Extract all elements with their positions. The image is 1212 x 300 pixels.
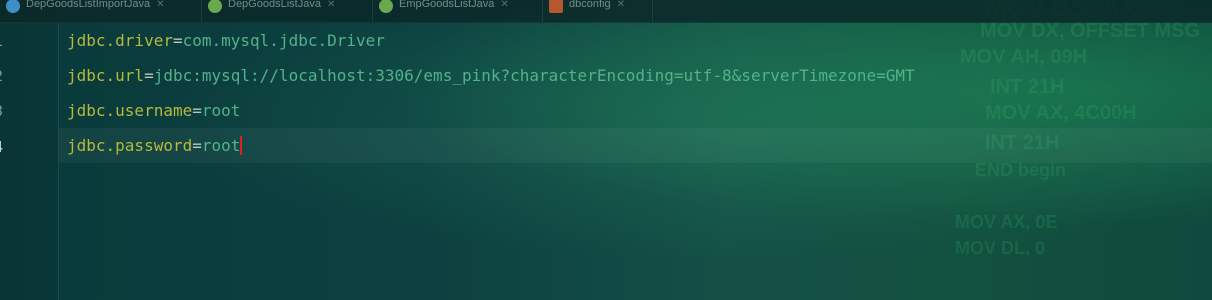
equals-sign: = [144, 66, 154, 85]
tab-label: dbconfig [569, 0, 611, 10]
line-number-gutter: 1 2 3 4 [0, 23, 59, 300]
tab-dep-goods-list[interactable]: DepGoodsListJava ✕ [202, 0, 373, 22]
property-key: jdbc.username [67, 101, 193, 120]
tab-emp-goods-list[interactable]: EmpGoodsListJava ✕ [373, 0, 543, 22]
equals-sign: = [172, 31, 183, 50]
tab-label: EmpGoodsListJava [399, 0, 495, 10]
property-value: jdbc:mysql://localhost:3306/ems_pink?cha… [153, 66, 915, 85]
properties-file-icon [549, 0, 563, 13]
property-key: jdbc.url [67, 66, 145, 85]
property-key: jdbc.driver [67, 31, 173, 50]
code-line[interactable]: jdbc.password=root [67, 136, 243, 156]
code-line[interactable]: jdbc.url=jdbc:mysql://localhost:3306/ems… [67, 66, 915, 86]
code-editor[interactable]: jdbc.driver=com.mysql.jdbc.Driver jdbc.u… [59, 23, 1212, 300]
property-value: com.mysql.jdbc.Driver [182, 31, 385, 50]
equals-sign: = [192, 136, 202, 155]
java-class-icon [379, 0, 393, 13]
tab-label: DepGoodsListImportJava [26, 0, 151, 10]
java-class-icon [208, 0, 222, 13]
close-icon[interactable]: ✕ [327, 0, 335, 10]
property-value: root [201, 101, 241, 120]
tab-dep-goods-list-import[interactable]: DepGoodsListImportJava ✕ [0, 0, 202, 22]
property-key: jdbc.password [67, 136, 193, 155]
line-number: 1 [0, 32, 10, 50]
tab-label: DepGoodsListJava [228, 0, 321, 10]
editor-tab-bar: DepGoodsListImportJava ✕ DepGoodsListJav… [0, 0, 1212, 23]
line-number: 4 [0, 138, 10, 156]
line-number: 2 [0, 67, 10, 85]
close-icon[interactable]: ✕ [156, 0, 164, 10]
text-cursor [240, 136, 243, 155]
code-line[interactable]: jdbc.driver=com.mysql.jdbc.Driver [67, 31, 385, 51]
close-icon[interactable]: ✕ [617, 0, 625, 10]
close-icon[interactable]: ✕ [500, 0, 508, 10]
equals-sign: = [192, 101, 202, 120]
java-class-icon [6, 0, 20, 13]
tab-dbconfig[interactable]: dbconfig ✕ [543, 0, 653, 22]
code-line[interactable]: jdbc.username=root [67, 101, 240, 121]
line-number: 3 [0, 102, 10, 120]
property-value: root [201, 136, 241, 155]
